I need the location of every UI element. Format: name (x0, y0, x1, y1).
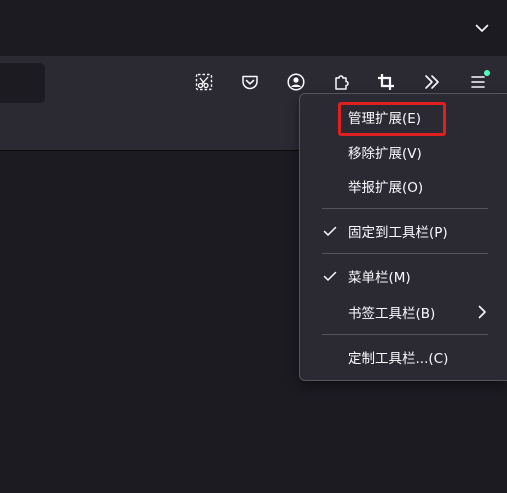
screenshot-button[interactable] (188, 66, 220, 98)
pocket-icon (240, 72, 260, 92)
screenshot-icon (194, 72, 214, 92)
menu-item-manage-extension[interactable]: 管理扩展(E) (304, 102, 504, 132)
toolbar-context-menu: 管理扩展(E) 移除扩展(V) 举报扩展(O) 固定到工具栏(P) 菜单栏(M)… (299, 93, 507, 381)
menu-item-label: 菜单栏(M) (348, 270, 411, 286)
menu-separator (322, 334, 488, 335)
menu-item-label: 定制工具栏...(C) (348, 351, 449, 367)
menu-item-remove-extension[interactable]: 移除扩展(V) (304, 137, 504, 167)
menu-item-report-extension[interactable]: 举报扩展(O) (304, 171, 504, 201)
chevron-right-icon (474, 304, 490, 320)
tab-bar (0, 0, 507, 56)
menu-item-label: 移除扩展(V) (348, 146, 422, 162)
update-badge (484, 70, 490, 76)
menu-item-customize-toolbar[interactable]: 定制工具栏...(C) (304, 342, 504, 372)
menu-item-menu-bar[interactable]: 菜单栏(M) (304, 261, 504, 291)
double-chevron-right-icon (422, 72, 442, 92)
menu-separator (322, 253, 488, 254)
address-bar[interactable] (0, 63, 45, 103)
checkmark-icon (322, 268, 338, 284)
crop-icon (376, 72, 396, 92)
chevron-down-icon (474, 20, 490, 36)
menu-item-label: 固定到工具栏(P) (348, 225, 448, 241)
list-all-tabs-button[interactable] (466, 12, 498, 44)
menu-item-label: 举报扩展(O) (348, 180, 424, 196)
account-icon (286, 72, 306, 92)
menu-item-label: 书签工具栏(B) (348, 306, 436, 322)
menu-separator (322, 208, 488, 209)
puzzle-icon (332, 72, 352, 92)
menu-item-pin-to-toolbar[interactable]: 固定到工具栏(P) (304, 216, 504, 246)
pocket-button[interactable] (234, 66, 266, 98)
menu-item-bookmarks-toolbar[interactable]: 书签工具栏(B) (304, 297, 504, 327)
menu-item-label: 管理扩展(E) (348, 111, 422, 127)
checkmark-icon (322, 223, 338, 239)
